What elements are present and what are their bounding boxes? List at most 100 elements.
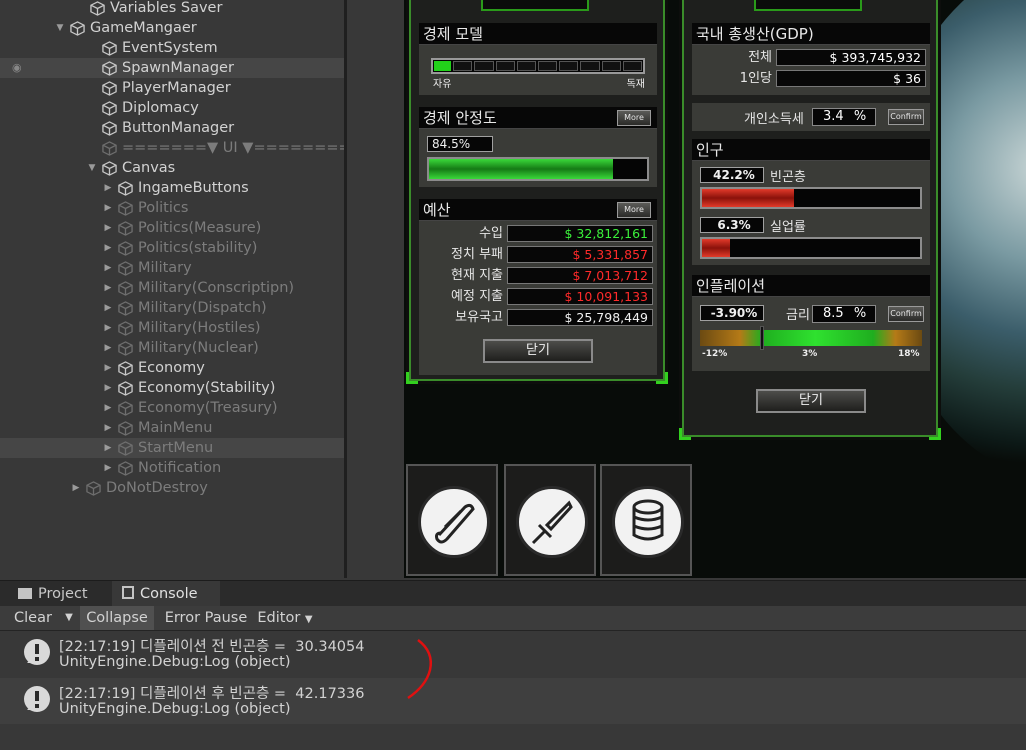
income-tax-value: 3.4 <box>823 109 844 124</box>
hierarchy-item[interactable]: ButtonManager <box>0 118 345 138</box>
expand-down-icon[interactable]: ▼ <box>54 18 66 38</box>
tab-console[interactable]: Console <box>112 581 220 607</box>
hierarchy-item[interactable]: Diplomacy <box>0 98 345 118</box>
visibility-icon[interactable]: ◉ <box>12 58 22 78</box>
expand-right-icon[interactable]: ▶ <box>102 258 114 278</box>
stability-more-button[interactable]: More <box>617 110 651 126</box>
log-entry[interactable]: [22:17:19] 디플레이션 전 빈곤층 = 30.34054 UnityE… <box>0 631 1026 677</box>
income-tax-input[interactable]: 3.4 % <box>812 108 876 126</box>
expand-right-icon[interactable]: ▶ <box>102 198 114 218</box>
collapse-label: Collapse <box>86 610 148 626</box>
politics-scroll-button[interactable] <box>406 464 498 576</box>
hierarchy-item[interactable]: ▶ Military(Conscriptipn) <box>0 278 345 298</box>
hierarchy-item[interactable]: ▶ Military(Hostiles) <box>0 318 345 338</box>
hierarchy-item-label: StartMenu <box>138 440 214 456</box>
hierarchy-item[interactable]: ▶ Politics <box>0 198 345 218</box>
expand-right-icon[interactable]: ▶ <box>102 298 114 318</box>
hierarchy-item-label: DoNotDestroy <box>106 480 208 496</box>
hierarchy-item[interactable]: ▼ Canvas <box>0 158 345 178</box>
tab-console-label: Console <box>140 586 198 602</box>
sword-icon <box>516 486 588 558</box>
hierarchy-item[interactable]: EventSystem <box>0 38 345 58</box>
log-message: [22:17:19] 디플레이션 전 빈곤층 = 30.34054 <box>59 639 365 655</box>
gameobject-icon <box>86 481 101 496</box>
expand-right-icon[interactable]: ▶ <box>102 358 114 378</box>
budget-row-label: 보유국고 <box>455 310 503 325</box>
hierarchy-item-label: Economy(Stability) <box>138 380 276 396</box>
chevron-down-icon: ▼ <box>304 614 313 625</box>
income-tax-row: 개인소득세 3.4 % Confirm <box>692 103 930 131</box>
hierarchy-item[interactable]: ▶ Economy(Treasury) <box>0 398 345 418</box>
budget-row-label: 현재 지출 <box>451 268 503 283</box>
population-title: 인구 <box>692 139 930 161</box>
income-tax-confirm-button[interactable]: Confirm <box>888 109 924 125</box>
expand-right-icon[interactable]: ▶ <box>102 238 114 258</box>
budget-row-value: $ 7,013,712 <box>507 267 653 284</box>
hierarchy-item[interactable]: ▶ Politics(Measure) <box>0 218 345 238</box>
hierarchy-item[interactable]: ▶ StartMenu <box>0 438 345 458</box>
interest-rate-label: 금리 <box>786 308 810 323</box>
hierarchy-item[interactable]: ▶ DoNotDestroy <box>0 478 345 498</box>
gdp-total-value: $ 393,745,932 <box>776 49 926 66</box>
expand-right-icon[interactable]: ▶ <box>102 378 114 398</box>
interest-rate-confirm-button[interactable]: Confirm <box>888 306 924 322</box>
expand-right-icon[interactable]: ▶ <box>102 418 114 438</box>
economy-stability-panel: 국내 총생산(GDP) 전체 $ 393,745,932 1인당 $ 36 개인… <box>679 0 941 440</box>
collapse-toggle[interactable]: Collapse <box>80 606 154 630</box>
expand-right-icon[interactable]: ▶ <box>102 178 114 198</box>
hierarchy-item-label: GameMangaer <box>90 20 197 36</box>
gameobject-icon <box>118 401 133 416</box>
expand-right-icon[interactable]: ▶ <box>102 278 114 298</box>
expand-right-icon[interactable]: ▶ <box>102 458 114 478</box>
gdp-title: 국내 총생산(GDP) <box>692 23 930 45</box>
expand-right-icon[interactable]: ▶ <box>70 478 82 498</box>
hierarchy-item[interactable]: PlayerManager <box>0 78 345 98</box>
tab-project[interactable]: Project <box>14 581 110 607</box>
hierarchy-item[interactable]: ▶ Economy(Stability) <box>0 378 345 398</box>
expand-right-icon[interactable]: ▶ <box>102 338 114 358</box>
economy-coins-button[interactable] <box>600 464 692 576</box>
economy-model-slider[interactable] <box>431 58 645 74</box>
clear-button[interactable]: Clear <box>6 606 56 630</box>
hierarchy-item[interactable]: ▶ Economy <box>0 358 345 378</box>
hierarchy-item-label: Economy(Treasury) <box>138 400 278 416</box>
income-tax-unit: % <box>853 109 867 124</box>
error-pause-toggle[interactable]: Error Pause <box>160 606 252 630</box>
economy-panel-header-tab <box>481 0 589 11</box>
hierarchy-item-label: IngameButtons <box>138 180 249 196</box>
expand-right-icon[interactable]: ▶ <box>102 438 114 458</box>
hierarchy-item[interactable]: Variables Saver <box>0 0 345 18</box>
expand-right-icon[interactable]: ▶ <box>102 398 114 418</box>
interest-rate-input[interactable]: 8.5 % <box>812 305 876 323</box>
hierarchy-item[interactable]: ▶ Military <box>0 258 345 278</box>
inflation-marker <box>760 326 764 350</box>
inflation-value: -3.90% <box>700 305 764 321</box>
hierarchy-item[interactable]: ▶ Military(Nuclear) <box>0 338 345 358</box>
economy-close-button[interactable]: 닫기 <box>483 339 593 363</box>
expand-right-icon[interactable]: ▶ <box>102 318 114 338</box>
gameobject-icon <box>118 361 133 376</box>
hierarchy-item[interactable]: ▶ MainMenu <box>0 418 345 438</box>
expand-down-icon[interactable]: ▼ <box>86 158 98 178</box>
expand-right-icon[interactable]: ▶ <box>102 218 114 238</box>
clear-dropdown[interactable]: ▼ <box>58 606 80 630</box>
hierarchy-item[interactable]: ▶ Politics(stability) <box>0 238 345 258</box>
hierarchy-item[interactable]: =======▼ UI ▼========= <box>0 138 345 158</box>
military-sword-button[interactable] <box>504 464 596 576</box>
stability-close-button[interactable]: 닫기 <box>756 389 866 413</box>
budget-more-button[interactable]: More <box>617 202 651 218</box>
log-entry[interactable]: [22:17:19] 디플레이션 후 빈곤층 = 42.17336 UnityE… <box>0 678 1026 724</box>
unemployment-bar-fill <box>702 239 731 257</box>
model-left-label: 자유 <box>433 79 452 90</box>
gameobject-icon <box>118 461 133 476</box>
hierarchy-item[interactable]: ▶ Military(Dispatch) <box>0 298 345 318</box>
hierarchy-item[interactable]: ▶ Notification <box>0 458 345 478</box>
hierarchy-item[interactable]: ▼ GameMangaer <box>0 18 345 38</box>
gameobject-icon <box>118 341 133 356</box>
hierarchy-item[interactable]: ▶ IngameButtons <box>0 178 345 198</box>
hierarchy-item-label: EventSystem <box>122 40 218 56</box>
hierarchy-item-label: PlayerManager <box>122 80 231 96</box>
editor-dropdown[interactable]: Editor ▼ <box>254 606 316 630</box>
hierarchy-item[interactable]: ◉ SpawnManager <box>0 58 345 78</box>
gameobject-icon <box>118 221 133 236</box>
